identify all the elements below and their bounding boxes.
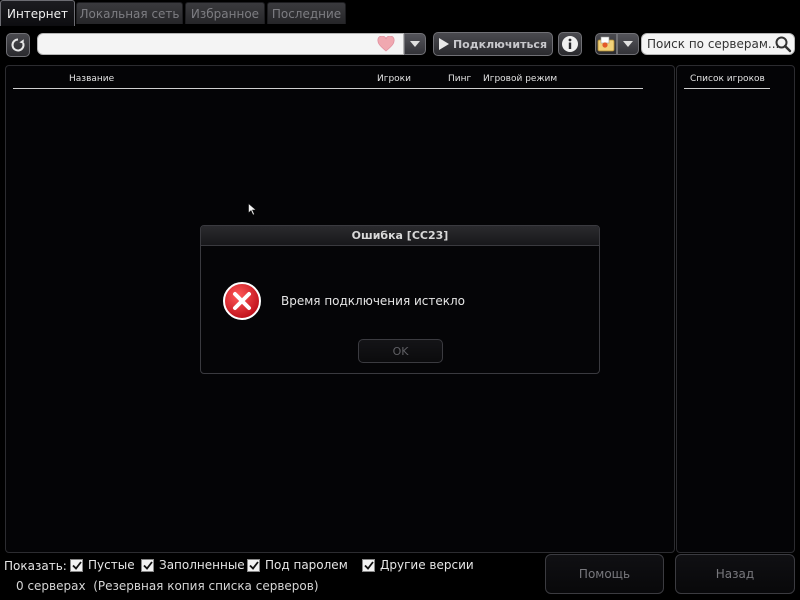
address-input[interactable]	[37, 33, 404, 55]
checkmark-icon	[71, 560, 82, 570]
chevron-down-icon	[623, 41, 633, 47]
status-line: 0 серверах (Резервная копия списка серве…	[16, 579, 319, 593]
info-button[interactable]	[558, 32, 582, 56]
server-search-input[interactable]: Поиск по серверам...	[641, 33, 795, 55]
play-icon	[438, 38, 449, 50]
show-label: Показать:	[4, 559, 67, 573]
filter-other-versions[interactable]: Другие версии	[362, 558, 474, 572]
search-icon[interactable]	[774, 35, 792, 53]
filter-other-versions-label: Другие версии	[380, 558, 474, 572]
refresh-button[interactable]	[6, 33, 30, 57]
checkmark-icon	[142, 560, 153, 570]
filter-other-versions-checkbox[interactable]	[362, 558, 375, 572]
chevron-down-icon	[410, 41, 420, 47]
filter-empty-label: Пустые	[88, 558, 135, 572]
filter-full[interactable]: Заполненные	[141, 558, 245, 572]
tab-internet[interactable]: Интернет	[0, 0, 75, 26]
ok-button[interactable]: OK	[358, 339, 443, 363]
server-browser-window: Интернет Локальная сеть Избранное Послед…	[0, 0, 800, 600]
error-dialog: Ошибка [CC23] Время подключения истекло …	[200, 225, 600, 374]
checkmark-icon	[248, 560, 259, 570]
tab-recent[interactable]: Последние	[267, 2, 346, 24]
filter-password-checkbox[interactable]	[247, 558, 260, 572]
player-list-panel[interactable]: Список игроков	[676, 65, 795, 553]
info-icon	[562, 36, 578, 52]
header-divider	[13, 88, 643, 89]
toolbar: Подключиться Поиск по серверам...	[0, 26, 800, 62]
refresh-icon	[11, 38, 25, 52]
filter-empty[interactable]: Пустые	[70, 558, 135, 572]
player-header-divider	[684, 88, 770, 89]
error-icon	[223, 282, 261, 320]
filter-full-checkbox[interactable]	[141, 558, 154, 572]
checkmark-icon	[363, 560, 374, 570]
filter-password[interactable]: Под паролем	[247, 558, 348, 572]
connect-label: Подключиться	[452, 37, 548, 51]
dialog-title: Ошибка [CC23]	[201, 226, 599, 246]
tab-favorites[interactable]: Избранное	[185, 2, 265, 24]
heart-icon[interactable]	[377, 36, 395, 52]
column-header-players[interactable]: Игроки	[377, 74, 411, 84]
tab-bar: Интернет Локальная сеть Избранное Послед…	[0, 0, 800, 26]
server-folder-icon	[597, 36, 615, 52]
filter-password-label: Под паролем	[265, 558, 348, 572]
column-header-ping[interactable]: Пинг	[448, 74, 471, 84]
back-button[interactable]: Назад	[675, 554, 795, 594]
mouse-cursor-icon	[248, 203, 257, 216]
filter-empty-checkbox[interactable]	[70, 558, 83, 572]
server-type-button[interactable]	[595, 33, 617, 55]
server-type-dropdown-button[interactable]	[617, 33, 639, 55]
filter-full-label: Заполненные	[159, 558, 245, 572]
column-header-name[interactable]: Название	[69, 74, 114, 84]
connect-button[interactable]: Подключиться	[433, 32, 553, 56]
column-header-gamemode[interactable]: Игровой режим	[483, 74, 557, 84]
tab-local-network[interactable]: Локальная сеть	[76, 2, 183, 24]
search-placeholder: Поиск по серверам...	[647, 37, 780, 51]
help-button[interactable]: Помощь	[545, 554, 664, 594]
server-list-source: (Резервная копия списка серверов)	[93, 579, 319, 593]
dialog-message: Время подключения истекло	[281, 294, 466, 308]
address-dropdown-button[interactable]	[404, 33, 426, 55]
server-count: 0 серверах	[16, 579, 86, 593]
player-list-header: Список игроков	[690, 74, 765, 84]
